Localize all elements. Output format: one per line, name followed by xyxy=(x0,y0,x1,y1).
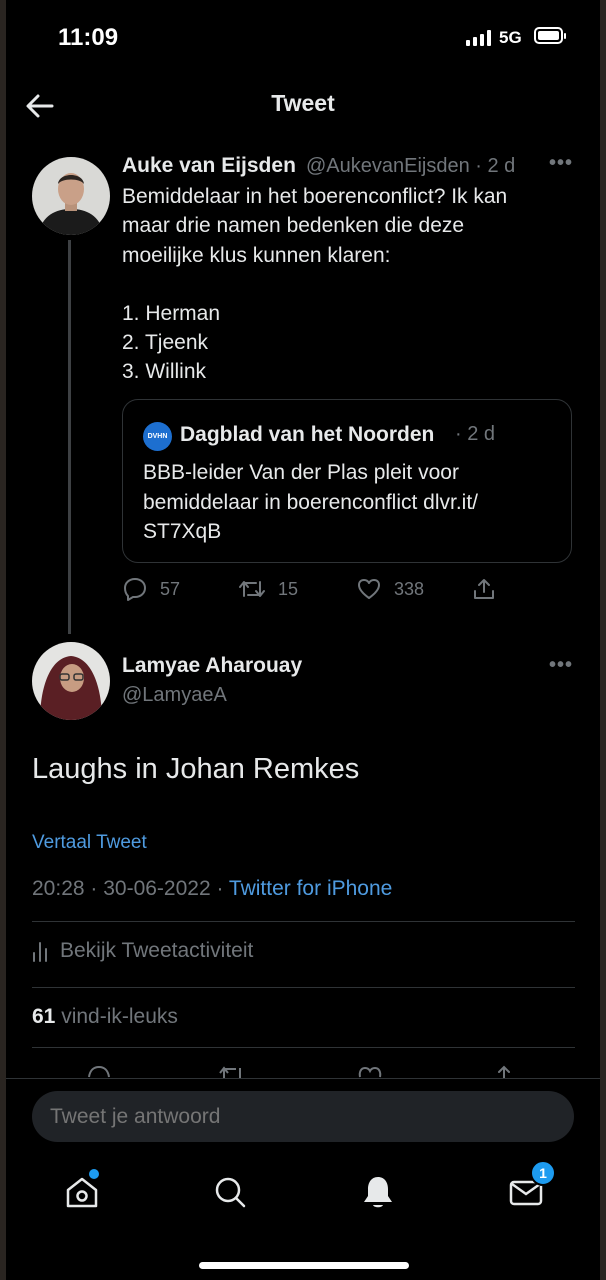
likes-summary[interactable]: 61 vind-ik-leuks xyxy=(32,1005,178,1029)
reply-icon xyxy=(124,578,146,601)
status-time: 11:09 xyxy=(58,24,119,51)
tweet-text: Bemiddelaar in het boerenconflict? Ik ka… xyxy=(122,182,562,387)
share-icon[interactable] xyxy=(493,1064,515,1078)
signal-icon xyxy=(466,30,491,46)
retweet-button[interactable]: 15 xyxy=(238,576,298,602)
bottom-bar: 1 xyxy=(6,1078,600,1280)
tweet-text-line xyxy=(122,270,562,299)
network-label: 5G xyxy=(499,28,522,47)
tweet-text-line: maar drie namen bedenken die deze xyxy=(122,214,465,238)
search-icon xyxy=(215,1177,246,1208)
tweet-meta: 20:28 · 30-06-2022 · Twitter for iPhone xyxy=(32,877,392,901)
retweet-icon xyxy=(239,581,265,597)
page-title: Tweet xyxy=(271,90,335,116)
author-handle-time[interactable]: @AukevanEijsden · 2 d xyxy=(306,155,515,178)
quoted-time: · 2 d xyxy=(455,423,496,445)
reply-count: 57 xyxy=(160,578,181,599)
home-indicator[interactable] xyxy=(199,1262,409,1269)
avatar-lamyae[interactable] xyxy=(32,642,110,720)
reply-input[interactable] xyxy=(32,1091,574,1142)
divider xyxy=(32,987,575,988)
bell-icon xyxy=(364,1177,392,1208)
author-name[interactable]: Lamyae Aharouay xyxy=(122,654,302,678)
tweet-text-line: 3. Willink xyxy=(122,360,207,384)
tweet-text-line: 1. Herman xyxy=(122,301,221,325)
author-handle[interactable]: @LamyaeA xyxy=(122,684,227,707)
activity-bars-icon xyxy=(33,942,47,962)
activity-label: Bekijk Tweetactiviteit xyxy=(60,939,254,962)
tweet-activity-button[interactable]: Bekijk Tweetactiviteit xyxy=(32,939,253,963)
phone-screen: 11:09 5G Tweet Auke van Eijsden @Aukevan… xyxy=(6,0,600,1280)
reply-button[interactable]: 57 xyxy=(122,576,180,602)
translate-link[interactable]: Vertaal Tweet xyxy=(32,832,147,854)
share-button[interactable] xyxy=(471,576,497,602)
tweet-text-line: Bemiddelaar in het boerenconflict? Ik ka… xyxy=(122,185,508,208)
heart-icon[interactable] xyxy=(356,1064,384,1078)
messages-badge: 1 xyxy=(530,1160,556,1186)
tab-notifications[interactable] xyxy=(358,1172,398,1212)
avatar-auke[interactable] xyxy=(32,157,110,235)
divider xyxy=(32,921,575,922)
thread-line xyxy=(68,240,71,634)
retweet-count: 15 xyxy=(278,578,299,599)
likes-count: 61 xyxy=(32,1005,56,1028)
like-count: 338 xyxy=(394,578,425,599)
quoted-source-name: Dagblad van het Noorden xyxy=(180,423,435,446)
quoted-tweet-card[interactable]: DVHN Dagblad van het Noorden · 2 d BBB-l… xyxy=(122,399,572,563)
more-options-button[interactable]: ••• xyxy=(549,152,573,175)
heart-icon xyxy=(358,579,380,599)
tab-search[interactable] xyxy=(210,1172,250,1212)
retweet-icon[interactable] xyxy=(218,1064,248,1078)
quoted-text-line: ST7XqB xyxy=(143,520,222,543)
tweet-text-line: 2. Tjeenk xyxy=(122,331,208,355)
reply-icon[interactable] xyxy=(86,1064,112,1078)
author-name[interactable]: Auke van Eijsden xyxy=(122,154,296,178)
quoted-text: BBB-leider Van der Plas pleit voor bemid… xyxy=(143,458,553,547)
likes-label: vind-ik-leuks xyxy=(61,1005,178,1028)
share-icon xyxy=(474,579,494,599)
tweet-text: Laughs in Johan Remkes xyxy=(32,753,360,785)
quoted-text-line: BBB-leider Van der Plas pleit voor xyxy=(143,461,459,484)
notification-dot xyxy=(89,1169,99,1179)
tab-messages[interactable]: 1 xyxy=(506,1160,556,1212)
like-button[interactable]: 338 xyxy=(356,576,424,602)
tweet-timestamp: 20:28 · 30-06-2022 · xyxy=(32,877,229,900)
tab-home[interactable] xyxy=(62,1169,102,1212)
more-options-button[interactable]: ••• xyxy=(549,654,573,677)
tweet-text-line: moeilijke klus kunnen klaren: xyxy=(122,243,391,267)
tweet-source-link[interactable]: Twitter for iPhone xyxy=(229,877,392,900)
battery-icon xyxy=(534,27,566,44)
divider xyxy=(32,1047,575,1048)
quoted-text-line: bemiddelaar in boerenconflict dlvr.it/ xyxy=(143,490,479,514)
dvhn-logo-icon: DVHN xyxy=(143,422,172,451)
